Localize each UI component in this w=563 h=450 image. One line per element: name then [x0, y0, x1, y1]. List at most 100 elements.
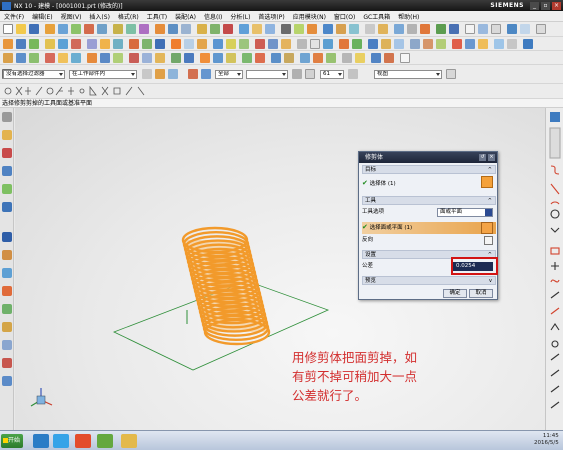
- analysis-icon[interactable]: [378, 24, 388, 34]
- edit-section-icon[interactable]: [436, 39, 446, 49]
- copy-icon[interactable]: [142, 53, 152, 63]
- fit-view-icon[interactable]: [368, 39, 378, 49]
- extrude-icon[interactable]: [58, 24, 68, 34]
- info-icon[interactable]: [355, 53, 365, 63]
- datum-axis-icon[interactable]: [294, 24, 304, 34]
- mirror-icon[interactable]: [223, 24, 233, 34]
- offset-face-icon[interactable]: [265, 24, 275, 34]
- red-cross-icon[interactable]: [452, 39, 462, 49]
- roles-palette-icon[interactable]: [2, 304, 12, 314]
- reference-set-icon[interactable]: [310, 39, 320, 49]
- reverse-direction-icon[interactable]: [484, 236, 493, 245]
- edit-parameters-icon[interactable]: [16, 53, 26, 63]
- snap-combo[interactable]: 全部: [215, 70, 243, 79]
- patch-icon[interactable]: [226, 39, 236, 49]
- pattern-icon[interactable]: [210, 24, 220, 34]
- layer-combo[interactable]: 61: [320, 70, 344, 79]
- assembly-navigator-icon[interactable]: [2, 130, 12, 140]
- sheet-icon[interactable]: [465, 24, 475, 34]
- trim-body-icon[interactable]: [239, 24, 249, 34]
- shaded-view-icon[interactable]: [520, 24, 530, 34]
- cancel-button[interactable]: 取消: [469, 289, 493, 298]
- shell-icon[interactable]: [181, 24, 191, 34]
- unite-icon[interactable]: [113, 24, 123, 34]
- spring-body[interactable]: [181, 226, 271, 346]
- project-curve-icon[interactable]: [113, 39, 123, 49]
- law-curve-icon[interactable]: [326, 53, 336, 63]
- replay-icon[interactable]: [71, 53, 81, 63]
- settings-gear-icon[interactable]: [2, 112, 12, 122]
- constraint-navigator-icon[interactable]: [2, 148, 12, 158]
- thicken-icon[interactable]: [239, 39, 249, 49]
- render-icon[interactable]: [420, 24, 430, 34]
- split-body-icon[interactable]: [252, 24, 262, 34]
- unsuppress-icon[interactable]: [58, 53, 68, 63]
- roles-icon[interactable]: [371, 53, 381, 63]
- wave-link-icon[interactable]: [297, 39, 307, 49]
- menu-window[interactable]: 窗口(O): [330, 12, 359, 21]
- reorder-icon[interactable]: [29, 53, 39, 63]
- sweep-icon[interactable]: [323, 24, 333, 34]
- teamcenter-icon[interactable]: [2, 376, 12, 386]
- subtract-icon[interactable]: [126, 24, 136, 34]
- block-icon[interactable]: [478, 39, 488, 49]
- target-section-header[interactable]: 目标 ^: [362, 165, 496, 174]
- class-selection-icon[interactable]: [352, 39, 362, 49]
- restore-button[interactable]: ▫: [541, 1, 550, 10]
- curve-icon[interactable]: [3, 39, 13, 49]
- point-snap-icon[interactable]: [292, 69, 302, 79]
- swept-icon[interactable]: [197, 39, 207, 49]
- edit-feature-icon[interactable]: [3, 53, 13, 63]
- close-button[interactable]: ×: [552, 1, 561, 10]
- redo-icon[interactable]: [184, 53, 194, 63]
- process-studio-icon[interactable]: [2, 268, 12, 278]
- undo-icon[interactable]: [171, 53, 181, 63]
- bridge-curve-icon[interactable]: [155, 39, 165, 49]
- sogou-icon[interactable]: [33, 434, 49, 448]
- tool-option-select[interactable]: 面或平面: [437, 208, 493, 217]
- hide-icon[interactable]: [407, 24, 417, 34]
- blue-box-icon[interactable]: [271, 53, 281, 63]
- windows-flag-icon[interactable]: [75, 434, 91, 448]
- helix-icon[interactable]: [336, 24, 346, 34]
- tube-icon[interactable]: [349, 24, 359, 34]
- select-face-row[interactable]: ✔ 选择面或平面 (1): [362, 223, 496, 233]
- minimize-button[interactable]: _: [530, 1, 539, 10]
- system-materials-icon[interactable]: [2, 340, 12, 350]
- menu-information[interactable]: 信息(I): [200, 12, 226, 21]
- blank-sheet-icon[interactable]: [400, 53, 410, 63]
- zoom-icon[interactable]: [381, 39, 391, 49]
- select-body-row[interactable]: ✔ 选择体 (1): [362, 179, 496, 189]
- nx-task-icon[interactable]: [97, 434, 113, 448]
- move-object-icon[interactable]: [100, 53, 110, 63]
- tool-section-header[interactable]: 工具 ^: [362, 196, 496, 205]
- view-options-icon[interactable]: [446, 69, 456, 79]
- new-file-icon[interactable]: [3, 24, 13, 34]
- replace-face-icon[interactable]: [268, 39, 278, 49]
- view-orient-icon[interactable]: [478, 24, 488, 34]
- grid-icon[interactable]: [491, 24, 501, 34]
- ruled-icon[interactable]: [184, 39, 194, 49]
- fillet-icon[interactable]: [284, 53, 294, 63]
- endpoint-icon[interactable]: [305, 69, 315, 79]
- pan-icon[interactable]: [410, 39, 420, 49]
- menu-gc-toolkit[interactable]: GC工具箱: [359, 12, 394, 21]
- select-all-icon[interactable]: [155, 69, 165, 79]
- color-icon[interactable]: [436, 24, 446, 34]
- toolbar-options-icon[interactable]: [536, 24, 546, 34]
- transform-icon[interactable]: [113, 53, 123, 63]
- reuse-library-icon[interactable]: [2, 184, 12, 194]
- through-curves-icon[interactable]: [171, 39, 181, 49]
- sew-icon[interactable]: [213, 39, 223, 49]
- section-view-icon[interactable]: [423, 39, 433, 49]
- revolve-icon[interactable]: [71, 24, 81, 34]
- wireframe-icon[interactable]: [200, 53, 210, 63]
- menu-edit[interactable]: 编辑(E): [28, 12, 56, 21]
- rectangle-icon[interactable]: [58, 39, 68, 49]
- rotate-icon[interactable]: [394, 39, 404, 49]
- filter-combo[interactable]: 没有选择过滤器: [3, 70, 65, 79]
- point-icon[interactable]: [307, 24, 317, 34]
- snap-point-icon[interactable]: [323, 39, 333, 49]
- menu-tools[interactable]: 工具(T): [143, 12, 171, 21]
- sphere-icon[interactable]: [494, 39, 504, 49]
